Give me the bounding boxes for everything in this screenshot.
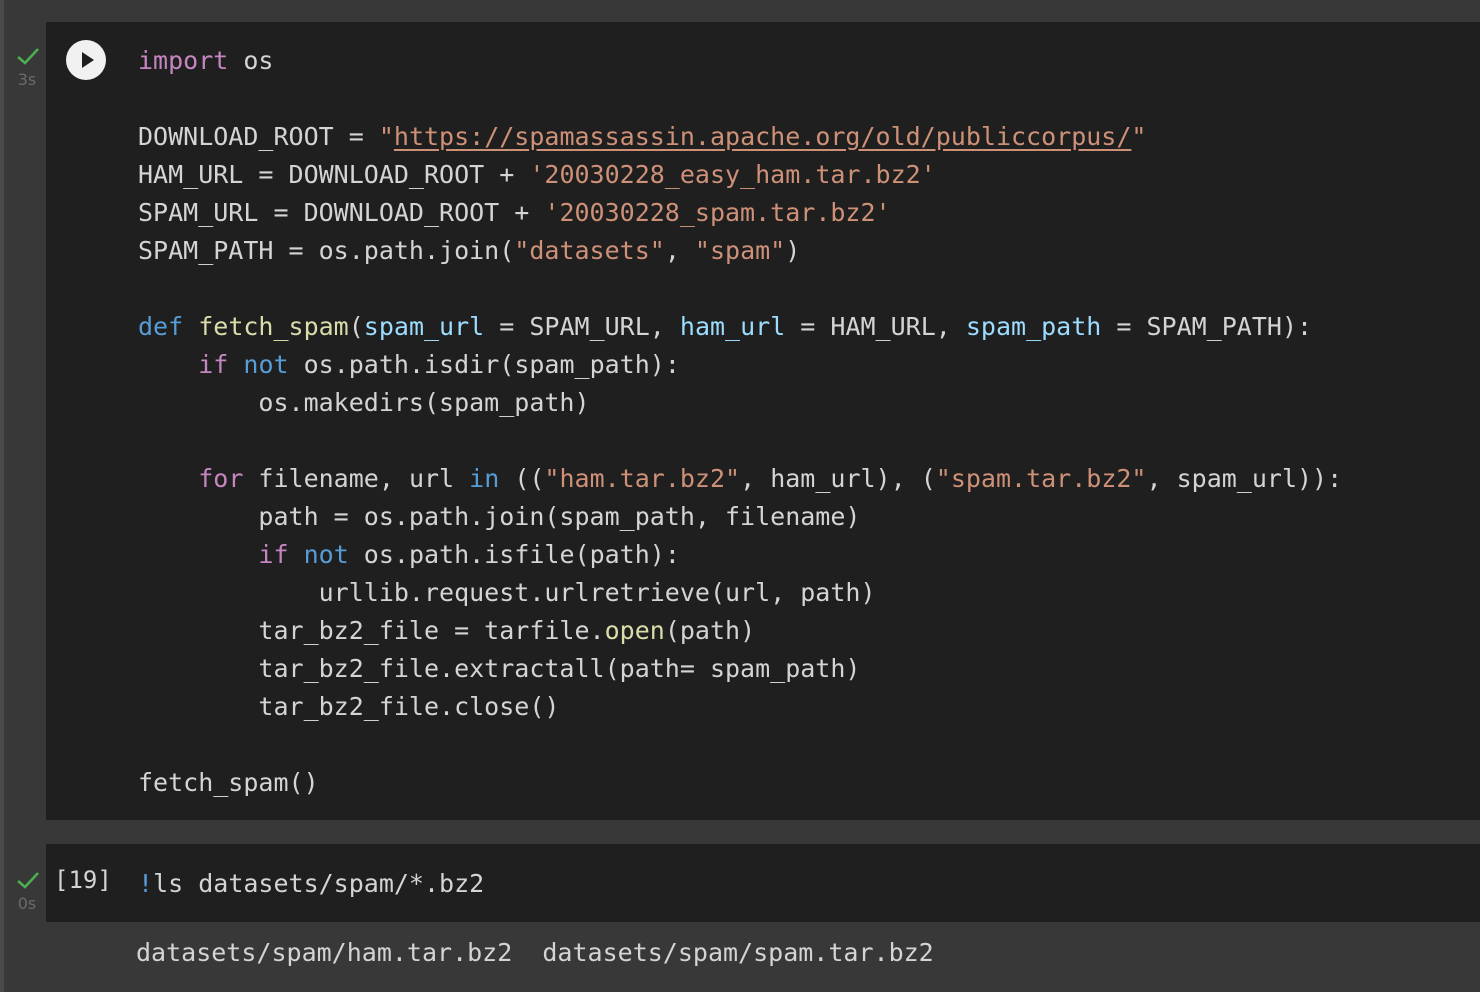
code-token: spam_path xyxy=(965,312,1102,341)
code-token: ham_url xyxy=(679,312,786,341)
notebook-page: 3s import os DOWNLOAD_ROOT = "https://spa… xyxy=(0,0,1480,992)
code-token: = SPAM_URL, xyxy=(484,312,680,341)
code-token: os.makedirs(spam_path) xyxy=(138,388,590,417)
code-token: ) xyxy=(785,236,801,265)
code-token: , xyxy=(664,236,695,265)
code-token: (path) xyxy=(664,616,756,645)
code-token: https://spamassassin.apache.org/old/publ… xyxy=(393,122,1132,151)
code-token: def xyxy=(138,312,184,341)
cell-2-exec-time: 0s xyxy=(17,894,37,913)
code-line: SPAM_URL = DOWNLOAD_ROOT + '20030228_spa… xyxy=(138,194,1342,232)
code-token: fetch_spam xyxy=(198,312,349,341)
code-token: ls datasets/spam/*.bz2 xyxy=(153,869,485,898)
cell-1-code[interactable]: import os DOWNLOAD_ROOT = "https://spamas… xyxy=(138,42,1342,802)
code-cell-1[interactable]: 3s import os DOWNLOAD_ROOT = "https://spa… xyxy=(0,0,1480,822)
code-token: HAM_URL = DOWNLOAD_ROOT + xyxy=(138,160,530,189)
code-line: DOWNLOAD_ROOT = "https://spamassassin.ap… xyxy=(138,118,1342,156)
code-token: ( xyxy=(348,312,364,341)
code-token: "ham.tar.bz2" xyxy=(544,464,741,493)
code-token: path = os.path.join(spam_path, filename) xyxy=(138,502,861,531)
code-token: (( xyxy=(499,464,545,493)
code-token: os.path.isfile(path): xyxy=(348,540,680,569)
code-line: import os xyxy=(138,42,1342,80)
code-token: not xyxy=(303,540,349,569)
code-token: in xyxy=(469,464,500,493)
cell-1-exec-time: 3s xyxy=(17,70,37,89)
code-line: if not os.path.isdir(spam_path): xyxy=(138,346,1342,384)
code-token: SPAM_URL = DOWNLOAD_ROOT + xyxy=(138,198,545,227)
code-token: if xyxy=(198,350,229,379)
code-line: path = os.path.join(spam_path, filename) xyxy=(138,498,1342,536)
code-token: '20030228_spam.tar.bz2' xyxy=(544,198,891,227)
code-token: '20030228_easy_ham.tar.bz2' xyxy=(529,160,936,189)
code-line: !ls datasets/spam/*.bz2 xyxy=(138,865,484,903)
code-token: if xyxy=(258,540,289,569)
code-token: SPAM_PATH = os.path.join( xyxy=(138,236,515,265)
code-token: "spam" xyxy=(694,236,786,265)
code-token: DOWNLOAD_ROOT = xyxy=(138,122,379,151)
code-token: tar_bz2_file.close() xyxy=(138,692,560,721)
code-token: fetch_spam() xyxy=(138,768,319,797)
code-line: urllib.request.urlretrieve(url, path) xyxy=(138,574,1342,612)
code-token: not xyxy=(243,350,289,379)
code-token: "spam.tar.bz2" xyxy=(935,464,1147,493)
success-check-icon xyxy=(14,44,42,68)
code-token: spam_url xyxy=(363,312,485,341)
code-line: fetch_spam() xyxy=(138,764,1342,802)
code-token: tar_bz2_file = tarfile. xyxy=(138,616,605,645)
code-token: = HAM_URL, xyxy=(785,312,966,341)
code-cell-2[interactable]: 0s [19] !ls datasets/spam/*.bz2 datasets… xyxy=(0,844,1480,992)
code-token: import xyxy=(138,46,229,75)
code-token: urllib.request.urlretrieve(url, path) xyxy=(138,578,876,607)
code-token: " xyxy=(378,122,394,151)
code-line: tar_bz2_file.close() xyxy=(138,688,1342,726)
code-line: tar_bz2_file.extractall(path= spam_path) xyxy=(138,650,1342,688)
cell-2-code[interactable]: !ls datasets/spam/*.bz2 xyxy=(138,865,484,903)
success-check-icon xyxy=(14,868,42,892)
code-token: , spam_url)): xyxy=(1146,464,1343,493)
code-line: for filename, url in (("ham.tar.bz2", ha… xyxy=(138,460,1342,498)
code-line: tar_bz2_file = tarfile.open(path) xyxy=(138,612,1342,650)
code-token: = SPAM_PATH): xyxy=(1101,312,1313,341)
code-token: ! xyxy=(138,869,154,898)
code-token: for xyxy=(198,464,244,493)
code-line: def fetch_spam(spam_url = SPAM_URL, ham_… xyxy=(138,308,1342,346)
cell-2-output: datasets/spam/ham.tar.bz2 datasets/spam/… xyxy=(46,922,1480,992)
code-token: open xyxy=(604,616,665,645)
code-token: , ham_url), ( xyxy=(740,464,936,493)
execution-count: [19] xyxy=(54,866,112,894)
play-icon xyxy=(82,52,94,68)
code-line: os.makedirs(spam_path) xyxy=(138,384,1342,422)
code-token: filename, url xyxy=(243,464,470,493)
code-line: HAM_URL = DOWNLOAD_ROOT + '20030228_easy… xyxy=(138,156,1342,194)
code-line: if not os.path.isfile(path): xyxy=(138,536,1342,574)
output-text: datasets/spam/ham.tar.bz2 datasets/spam/… xyxy=(136,938,934,967)
code-line: SPAM_PATH = os.path.join("datasets", "sp… xyxy=(138,232,1342,270)
code-token: os xyxy=(228,46,274,75)
code-token: tar_bz2_file.extractall(path= spam_path) xyxy=(138,654,861,683)
code-token: " xyxy=(1131,122,1147,151)
code-token: "datasets" xyxy=(514,236,665,265)
code-token: os.path.isdir(spam_path): xyxy=(288,350,680,379)
run-cell-button[interactable] xyxy=(66,40,106,80)
